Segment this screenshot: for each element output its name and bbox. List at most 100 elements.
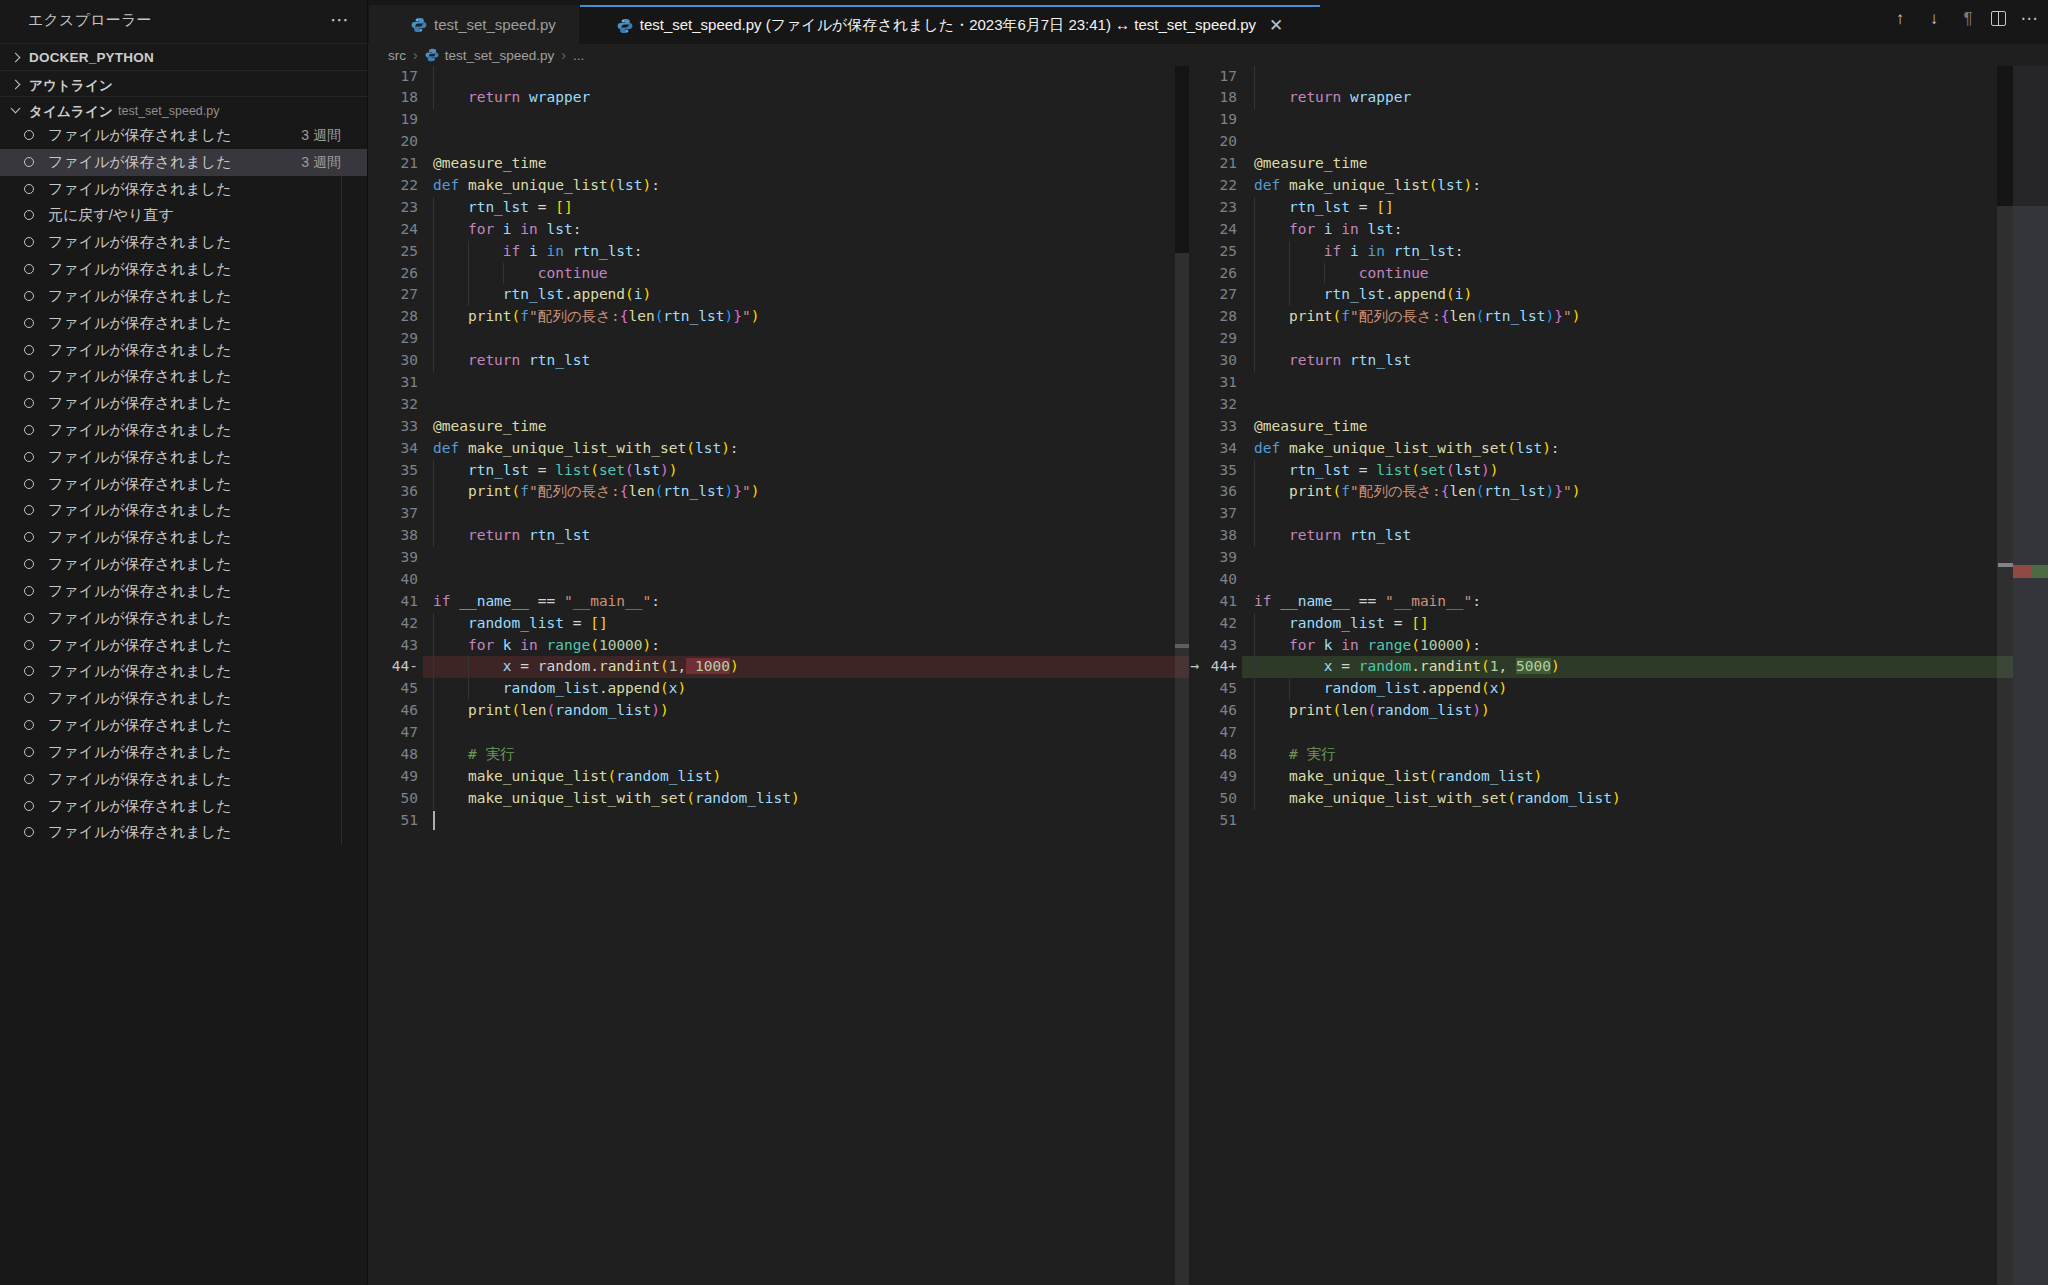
line-number[interactable]: 25 — [368, 241, 418, 263]
timeline-item[interactable]: ファイルが保存されました — [0, 578, 367, 605]
code-line[interactable]: 19 — [368, 109, 1189, 131]
code-line[interactable]: 42 random_list = [] — [368, 613, 1189, 635]
code-line[interactable]: 19 — [1189, 109, 2013, 131]
timeline-item[interactable]: ファイルが保存されました — [0, 363, 367, 390]
minimap[interactable] — [2013, 66, 2048, 1285]
code-line[interactable]: 40 — [368, 569, 1189, 591]
code-line[interactable]: 49 make_unique_list(random_list) — [368, 766, 1189, 788]
timeline-item[interactable]: ファイルが保存されました — [0, 417, 367, 444]
line-number[interactable]: 35 — [368, 460, 418, 482]
line-number[interactable]: 43 — [368, 635, 418, 657]
code-line[interactable]: 39 — [368, 547, 1189, 569]
tab-test-set-speed[interactable]: test_set_speed.py — [369, 5, 579, 44]
line-number[interactable]: 49 — [368, 766, 418, 788]
line-number[interactable]: 19 — [1189, 109, 1237, 131]
line-number[interactable]: 18 — [1189, 87, 1237, 109]
timeline-item[interactable]: ファイルが保存されました — [0, 524, 367, 551]
line-number[interactable]: 45 — [368, 678, 418, 700]
code-line[interactable]: 43 for k in range(10000): — [368, 635, 1189, 657]
line-number[interactable]: 22 — [368, 175, 418, 197]
line-number[interactable]: 42 — [1189, 613, 1237, 635]
code-line[interactable]: 45 random_list.append(x) — [1189, 678, 2013, 700]
timeline-item[interactable]: ファイルが保存されました3 週間 — [0, 149, 367, 176]
line-number[interactable]: 50 — [368, 788, 418, 810]
sidebar-section-timeline[interactable]: タイムライン test_set_speed.py — [0, 96, 367, 123]
timeline-item[interactable]: ファイルが保存されました — [0, 176, 367, 203]
line-number[interactable]: 47 — [368, 722, 418, 744]
right-editor-scrollbar[interactable] — [1997, 66, 2013, 1285]
line-number[interactable]: 19 — [368, 109, 418, 131]
line-number[interactable]: 38 — [1189, 525, 1237, 547]
line-number[interactable]: 34 — [368, 438, 418, 460]
code-line[interactable]: 23 rtn_lst = [] — [1189, 197, 2013, 219]
code-line[interactable]: 23 rtn_lst = [] — [368, 197, 1189, 219]
breadcrumb-file[interactable]: test_set_speed.py — [445, 48, 555, 63]
code-line[interactable]: 20 — [1189, 131, 2013, 153]
code-line[interactable]: 17 — [1189, 66, 2013, 88]
line-number[interactable]: 40 — [368, 569, 418, 591]
code-line[interactable]: 30 return rtn_lst — [1189, 350, 2013, 372]
line-number[interactable]: 51 — [1189, 810, 1237, 832]
code-line[interactable]: 17 — [368, 66, 1189, 88]
code-line[interactable]: 33@measure_time — [1189, 416, 2013, 438]
code-line[interactable]: 29 — [1189, 328, 2013, 350]
line-number[interactable]: 44- — [368, 656, 418, 678]
code-line[interactable]: 51 — [1189, 810, 2013, 832]
line-number[interactable]: 47 — [1189, 722, 1237, 744]
code-line[interactable]: 25 if i in rtn_lst: — [368, 241, 1189, 263]
code-line[interactable]: 48 # 実行 — [1189, 744, 2013, 766]
tab-diff-active[interactable]: test_set_speed.py (ファイルが保存されました・2023年6月7… — [580, 5, 1320, 44]
line-number[interactable]: 41 — [1189, 591, 1237, 613]
line-number[interactable]: 45 — [1189, 678, 1237, 700]
code-line[interactable]: 30 return rtn_lst — [368, 350, 1189, 372]
timeline-item[interactable]: ファイルが保存されました — [0, 390, 367, 417]
code-line[interactable]: 24 for i in lst: — [368, 219, 1189, 241]
code-line[interactable]: 44+ x = random.randint(1, 5000)→ — [1189, 656, 2013, 678]
previous-change-icon[interactable]: ↑ — [1889, 9, 1911, 29]
close-icon[interactable]: ✕ — [1269, 15, 1283, 36]
line-number[interactable]: 28 — [1189, 306, 1237, 328]
more-actions-icon[interactable]: ⋯ — [330, 8, 349, 31]
code-line[interactable]: 50 make_unique_list_with_set(random_list… — [1189, 788, 2013, 810]
code-line[interactable]: 45 random_list.append(x) — [368, 678, 1189, 700]
timeline-item[interactable]: ファイルが保存されました — [0, 229, 367, 256]
whitespace-icon[interactable]: ¶ — [1957, 9, 1979, 29]
timeline-item[interactable]: ファイルが保存されました — [0, 551, 367, 578]
line-number[interactable]: 20 — [1189, 131, 1237, 153]
code-line[interactable]: 27 rtn_lst.append(i) — [1189, 284, 2013, 306]
code-line[interactable]: 22def make_unique_list(lst): — [1189, 175, 2013, 197]
line-number[interactable]: 30 — [1189, 350, 1237, 372]
timeline-item[interactable]: ファイルが保存されました — [0, 310, 367, 337]
line-number[interactable]: 22 — [1189, 175, 1237, 197]
line-number[interactable]: 20 — [368, 131, 418, 153]
line-number[interactable]: 40 — [1189, 569, 1237, 591]
code-line[interactable]: 46 print(len(random_list)) — [368, 700, 1189, 722]
timeline-item[interactable]: ファイルが保存されました — [0, 793, 367, 820]
line-number[interactable]: 42 — [368, 613, 418, 635]
sidebar-section-outline[interactable]: アウトライン — [0, 70, 367, 97]
line-number[interactable]: 27 — [1189, 284, 1237, 306]
code-line[interactable]: 31 — [1189, 372, 2013, 394]
code-line[interactable]: 26 continue — [368, 263, 1189, 285]
line-number[interactable]: 17 — [1189, 66, 1237, 88]
code-line[interactable]: 49 make_unique_list(random_list) — [1189, 766, 2013, 788]
code-line[interactable]: 27 rtn_lst.append(i) — [368, 284, 1189, 306]
line-number[interactable]: 23 — [368, 197, 418, 219]
code-line[interactable]: 48 # 実行 — [368, 744, 1189, 766]
scrollbar-slider[interactable] — [1997, 206, 2013, 1285]
code-line[interactable]: 47 — [368, 722, 1189, 744]
line-number[interactable]: 41 — [368, 591, 418, 613]
code-line[interactable]: 44- x = random.randint(1, 1000) — [368, 656, 1189, 678]
line-number[interactable]: 29 — [1189, 328, 1237, 350]
code-line[interactable]: 43 for k in range(10000): — [1189, 635, 2013, 657]
line-number[interactable]: 46 — [1189, 700, 1237, 722]
timeline-item[interactable]: ファイルが保存されました — [0, 605, 367, 632]
line-number[interactable]: 24 — [1189, 219, 1237, 241]
line-number[interactable]: 37 — [1189, 503, 1237, 525]
line-number[interactable]: 28 — [368, 306, 418, 328]
timeline-item[interactable]: ファイルが保存されました — [0, 471, 367, 498]
timeline-item[interactable]: ファイルが保存されました — [0, 337, 367, 364]
line-number[interactable]: 17 — [368, 66, 418, 88]
left-editor-scrollbar[interactable] — [1175, 66, 1189, 1285]
code-line[interactable]: 37 — [368, 503, 1189, 525]
